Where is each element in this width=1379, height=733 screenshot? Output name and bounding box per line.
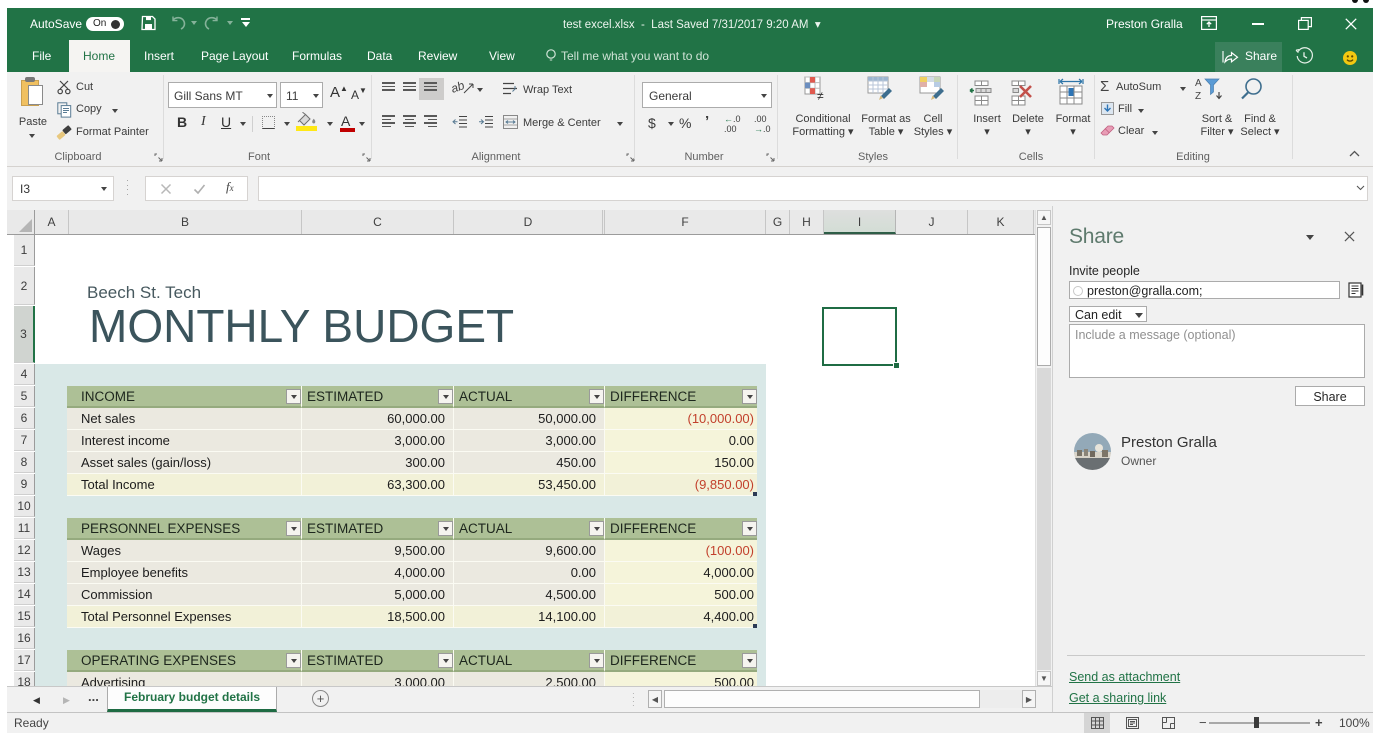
svg-text:≠: ≠ — [817, 89, 824, 101]
svg-text:A: A — [1195, 78, 1202, 89]
svg-text:Z: Z — [1195, 91, 1201, 102]
